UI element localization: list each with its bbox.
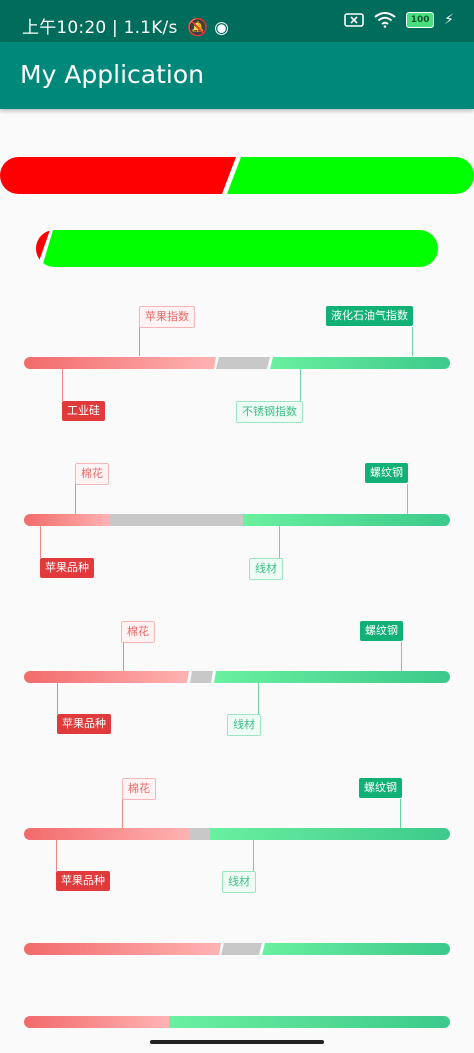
indicator-6-bar bbox=[24, 1016, 450, 1028]
big-bar-2-green-segment bbox=[42, 230, 438, 267]
connector-line bbox=[412, 327, 413, 356]
big-bar-2 bbox=[36, 230, 438, 267]
indicator-3-bottom-left-label: 苹果品种 bbox=[57, 714, 111, 734]
indicator-3-bar bbox=[24, 671, 450, 683]
indicator-2-green-segment bbox=[243, 514, 450, 526]
connector-line bbox=[40, 526, 41, 558]
indicator-3-red-segment bbox=[24, 671, 189, 683]
connector-line bbox=[258, 683, 259, 714]
app-title: My Application bbox=[20, 60, 204, 89]
indicator-1-bottom-right-label: 不锈钢指数 bbox=[236, 401, 303, 423]
status-bar: 上午10:20 | 1.1K/s 🔕 ◉ 100 ⚡ bbox=[0, 0, 474, 42]
indicator-4-neutral-segment bbox=[190, 828, 210, 840]
battery-level: 100 bbox=[410, 15, 430, 25]
indicator-4-top-right-label: 螺纹钢 bbox=[359, 778, 402, 798]
indicator-3-bottom-right-label: 线材 bbox=[227, 714, 261, 736]
indicator-4-red-segment bbox=[24, 828, 190, 840]
indicator-6-red-segment bbox=[24, 1016, 169, 1028]
wifi-icon bbox=[374, 12, 396, 28]
connector-line bbox=[56, 840, 57, 871]
connector-line bbox=[122, 799, 123, 828]
indicator-2-bar bbox=[24, 514, 450, 526]
indicator-4-bottom-left-label: 苹果品种 bbox=[56, 871, 110, 891]
indicator-1-top-right-label: 液化石油气指数 bbox=[326, 306, 413, 326]
indicator-5-red-segment bbox=[24, 943, 221, 955]
indicator-3-neutral-segment bbox=[190, 671, 213, 683]
status-left: 上午10:20 | 1.1K/s 🔕 ◉ bbox=[22, 13, 229, 38]
connector-line bbox=[57, 683, 58, 714]
mute-icon: 🔕 bbox=[187, 18, 209, 38]
connector-line bbox=[279, 526, 280, 558]
connector-line bbox=[123, 642, 124, 671]
connector-line bbox=[253, 840, 254, 871]
indicator-1-red-segment bbox=[24, 357, 216, 369]
indicator-2-bottom-right-label: 线材 bbox=[249, 558, 283, 580]
indicator-1-bottom-left-label: 工业硅 bbox=[62, 401, 105, 421]
connector-line bbox=[401, 642, 402, 671]
battery-icon: 100 bbox=[406, 12, 435, 28]
big-bar-1 bbox=[0, 157, 474, 194]
indicator-1-green-segment bbox=[270, 357, 450, 369]
connector-line bbox=[62, 369, 63, 401]
indicator-1-bar bbox=[24, 357, 450, 369]
indicator-5-green-segment bbox=[262, 943, 450, 955]
sim-error-icon bbox=[344, 13, 364, 27]
indicator-2-bottom-left-label: 苹果品种 bbox=[40, 558, 94, 578]
big-bar-1-red-segment bbox=[0, 157, 236, 194]
big-bar-1-green-segment bbox=[227, 157, 474, 194]
connector-line bbox=[400, 799, 401, 828]
indicator-4-bar bbox=[24, 828, 450, 840]
home-indicator[interactable] bbox=[150, 1040, 324, 1044]
connector-line bbox=[407, 484, 408, 514]
status-right: 100 ⚡ bbox=[344, 12, 454, 28]
indicator-4-top-left-label: 棉花 bbox=[122, 778, 156, 800]
indicator-3-green-segment bbox=[214, 671, 450, 683]
indicator-6-green-segment bbox=[169, 1016, 450, 1028]
indicator-4-bottom-right-label: 线材 bbox=[222, 871, 256, 893]
app-bar: My Application bbox=[0, 42, 474, 109]
indicator-1-top-left-label: 苹果指数 bbox=[139, 306, 195, 328]
indicator-2-neutral-segment bbox=[110, 514, 243, 526]
indicator-5-bar bbox=[24, 943, 450, 955]
indicator-2-red-segment bbox=[24, 514, 110, 526]
indicator-3-top-left-label: 棉花 bbox=[121, 621, 155, 643]
status-separator: | bbox=[112, 18, 124, 38]
charging-icon: ⚡ bbox=[444, 12, 454, 28]
indicator-1-neutral-segment bbox=[216, 357, 270, 369]
indicator-5-neutral-segment bbox=[221, 943, 262, 955]
indicator-2-top-right-label: 螺纹钢 bbox=[365, 463, 408, 483]
indicator-2-top-left-label: 棉花 bbox=[75, 463, 109, 485]
status-time: 上午10:20 bbox=[22, 18, 107, 38]
notification-icon: ◉ bbox=[214, 18, 230, 38]
connector-line bbox=[139, 327, 140, 356]
connector-line bbox=[300, 369, 301, 401]
connector-line bbox=[75, 484, 76, 514]
indicator-3-top-right-label: 螺纹钢 bbox=[360, 621, 403, 641]
network-speed: 1.1K/s bbox=[123, 18, 178, 38]
indicator-4-green-segment bbox=[210, 828, 450, 840]
